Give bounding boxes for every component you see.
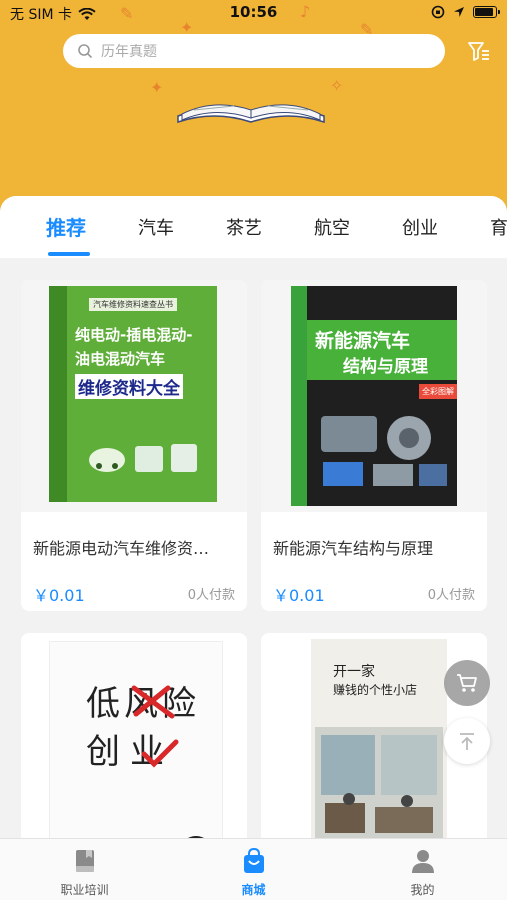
cart-button[interactable] <box>444 660 490 706</box>
back-to-top-button[interactable] <box>444 718 490 764</box>
book-badge: 全彩图解 <box>419 384 457 399</box>
open-book-illustration <box>177 104 325 124</box>
tab-startup[interactable]: 创业 <box>402 214 438 240</box>
product-title: 新能源电动汽车维修资… <box>33 539 210 558</box>
product-card[interactable]: 新能源汽车 结构与原理 全彩图解 新能源汽车结构与原理 ￥0.01 0人付款 <box>261 280 487 611</box>
book-title-line: 新能源汽车 <box>315 330 411 352</box>
tab-label: 我的 <box>410 883 435 897</box>
shop-photo <box>315 727 443 843</box>
product-title: 新能源汽车结构与原理 <box>273 539 434 558</box>
tab-me[interactable]: 我的 <box>338 839 507 900</box>
doodle-decoration: ✦ <box>150 78 164 97</box>
book-cover: 新能源汽车 结构与原理 全彩图解 <box>291 286 457 506</box>
category-tabs: 推荐 汽车 茶艺 航空 创业 育 <box>0 196 507 258</box>
book-title-line: 结构与原理 <box>343 357 428 377</box>
orientation-lock-icon <box>431 5 445 19</box>
tab-recommend[interactable]: 推荐 <box>46 212 86 241</box>
tab-mall[interactable]: 商城 <box>169 839 338 900</box>
search-icon <box>78 44 93 59</box>
tab-label: 职业培训 <box>60 883 109 897</box>
product-image: 汽车维修资料速查丛书 纯电动-插电混动- 油电混动汽车 维修资料大全 <box>21 280 247 512</box>
arrow-up-icon <box>460 733 474 750</box>
product-card[interactable]: 汽车维修资料速查丛书 纯电动-插电混动- 油电混动汽车 维修资料大全 新能源电动… <box>21 280 247 611</box>
search-input[interactable]: 历年真题 <box>63 34 445 68</box>
tab-label: 商城 <box>241 883 266 897</box>
product-price: ￥0.01 <box>273 586 325 605</box>
content-panel: 推荐 汽车 茶艺 航空 创业 育 汽车维修资料速查丛书 纯电动-插电混动- 油电… <box>0 196 507 900</box>
book-title-line: 油电混动汽车 <box>75 350 166 368</box>
bottom-tab-bar: 职业培训 商城 我的 <box>0 838 507 900</box>
red-check-mark <box>141 739 179 768</box>
location-icon <box>454 7 464 17</box>
book-icon <box>76 850 94 872</box>
tab-car[interactable]: 汽车 <box>138 214 174 240</box>
filter-icon[interactable] <box>466 38 492 64</box>
person-icon <box>412 850 434 873</box>
sold-count: 0人付款 <box>187 588 235 603</box>
battery-icon <box>473 6 500 18</box>
tab-tea-art[interactable]: 茶艺 <box>226 214 262 240</box>
book-title-line: 维修资料大全 <box>75 374 183 399</box>
car-illustration <box>89 444 197 472</box>
red-x-mark <box>131 685 175 719</box>
sold-count: 0人付款 <box>427 588 475 603</box>
book-spine <box>49 286 67 502</box>
tab-vocational-training[interactable]: 职业培训 <box>0 839 169 900</box>
shopping-bag-icon <box>244 848 264 873</box>
tab-aviation[interactable]: 航空 <box>314 214 350 240</box>
search-placeholder: 历年真题 <box>101 44 157 60</box>
engine-illustration <box>321 416 447 486</box>
product-price: ￥0.01 <box>33 586 85 605</box>
book-title-line: 开一家 <box>333 664 375 680</box>
tab-active-indicator <box>48 252 90 256</box>
book-title-line: 纯电动-插电混动- <box>75 326 193 344</box>
book-title-line: 赚钱的个性小店 <box>333 683 418 697</box>
tab-education[interactable]: 育 <box>490 214 507 240</box>
doodle-decoration: ✧ <box>330 76 344 95</box>
book-series: 汽车维修资料速查丛书 <box>89 298 177 311</box>
cart-icon <box>457 674 477 692</box>
book-cover: 汽车维修资料速查丛书 纯电动-插电混动- 油电混动汽车 维修资料大全 <box>49 286 217 502</box>
status-bar: 无 SIM 卡 10:56 <box>0 0 507 26</box>
product-image: 新能源汽车 结构与原理 全彩图解 <box>261 280 487 512</box>
book-spine <box>291 286 307 506</box>
